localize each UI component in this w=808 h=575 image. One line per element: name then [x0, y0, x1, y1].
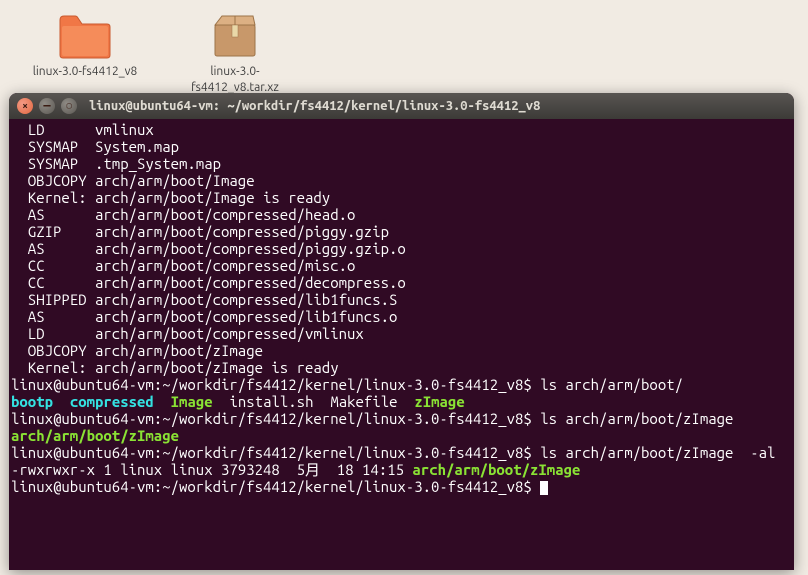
maximize-icon: ▢	[67, 101, 72, 110]
window-titlebar[interactable]: × ‒ ▢ linux@ubuntu64-vm: ~/workdir/fs441…	[9, 93, 794, 119]
terminal-output[interactable]: LD vmlinux SYSMAP System.map SYSMAP .tmp…	[9, 119, 794, 497]
terminal-window: × ‒ ▢ linux@ubuntu64-vm: ~/workdir/fs441…	[9, 93, 794, 570]
close-button[interactable]: ×	[17, 98, 33, 114]
desktop-icon-label: linux-3.0-fs4412_v8	[25, 64, 145, 80]
window-title: linux@ubuntu64-vm: ~/workdir/fs4412/kern…	[89, 99, 540, 113]
minimize-button[interactable]: ‒	[39, 98, 55, 114]
folder-icon	[58, 13, 112, 59]
package-icon	[210, 13, 260, 59]
minimize-icon: ‒	[43, 98, 50, 112]
maximize-button[interactable]: ▢	[61, 98, 77, 114]
desktop-icon-folder[interactable]: linux-3.0-fs4412_v8	[25, 13, 145, 80]
close-icon: ×	[22, 100, 28, 111]
terminal-cursor	[540, 481, 548, 495]
desktop-icon-label: linux-3.0-fs4412_v8.tar.xz	[175, 64, 295, 95]
desktop-icon-archive[interactable]: linux-3.0-fs4412_v8.tar.xz	[175, 13, 295, 95]
